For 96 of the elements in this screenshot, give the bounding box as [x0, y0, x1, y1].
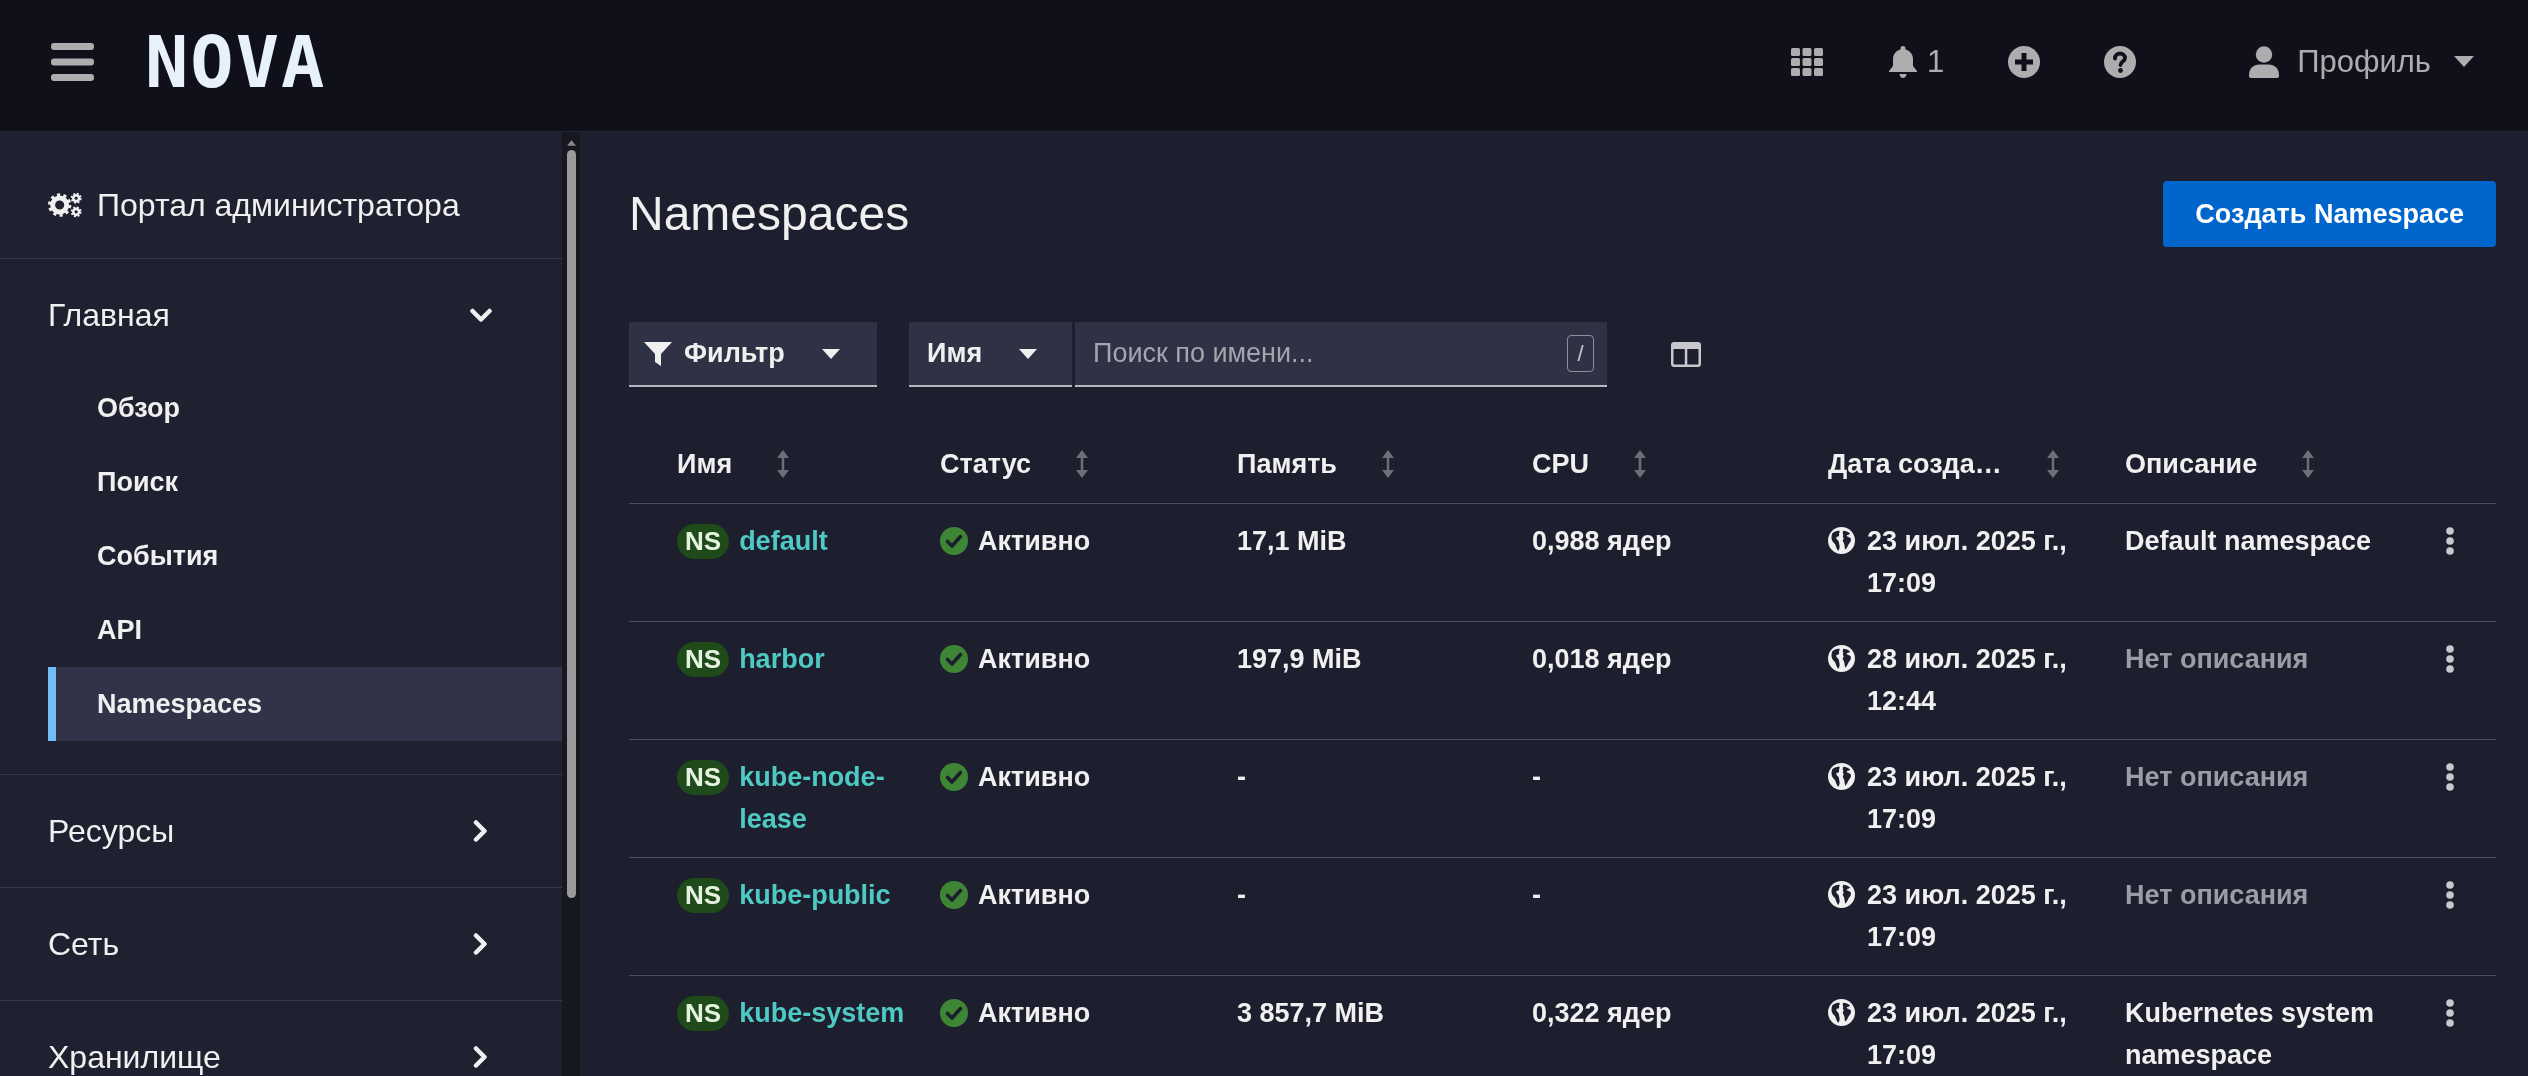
- memory-value: 3 857,7 MiB: [1237, 997, 1385, 1030]
- check-circle-icon: [940, 881, 968, 909]
- description-text: Нет описания: [2125, 761, 2309, 794]
- status-text: Активно: [978, 997, 1091, 1030]
- description-text: Нет описания: [2125, 879, 2309, 912]
- cpu-value: 0,988 ядер: [1532, 525, 1672, 558]
- namespace-badge: NS: [677, 877, 730, 913]
- app-grid-icon[interactable]: [1790, 47, 1823, 76]
- notifications-button[interactable]: 1: [1888, 45, 1945, 78]
- nav-item[interactable]: API: [48, 593, 562, 667]
- shortcut-key-hint: /: [1567, 335, 1594, 372]
- status-text: Активно: [978, 761, 1091, 794]
- column-header[interactable]: Статус: [940, 448, 1031, 480]
- nav-item[interactable]: Обзор: [48, 371, 562, 445]
- sort-icon[interactable]: [2045, 450, 2060, 478]
- check-circle-icon: [940, 763, 968, 791]
- namespace-link[interactable]: kube-node-lease: [739, 756, 920, 840]
- search-field[interactable]: Поиск по имени... /: [1075, 322, 1607, 387]
- nav-section-toggle[interactable]: Главная: [0, 259, 562, 371]
- cpu-value: -: [1532, 761, 1541, 794]
- filter-dropdown[interactable]: Фильтр: [629, 322, 877, 387]
- check-circle-icon: [940, 645, 968, 673]
- globe-icon: [1828, 999, 1855, 1026]
- column-header[interactable]: Память: [1237, 448, 1337, 480]
- column-header[interactable]: CPU: [1532, 448, 1589, 480]
- kebab-icon[interactable]: [2446, 881, 2454, 909]
- memory-value: -: [1237, 879, 1246, 912]
- check-circle-icon: [940, 527, 968, 555]
- nav-item[interactable]: События: [48, 519, 562, 593]
- created-date: 23 июл. 2025 г., 17:09: [1867, 761, 2068, 836]
- namespace-link[interactable]: kube-system: [739, 992, 905, 1034]
- cpu-value: 0,018 ядер: [1532, 643, 1672, 676]
- portal-title[interactable]: Портал администратора: [97, 185, 460, 225]
- caret-down-icon: [822, 348, 840, 359]
- sort-icon[interactable]: [2301, 450, 2316, 478]
- memory-value: 197,9 MiB: [1237, 643, 1362, 676]
- filter-icon: [643, 340, 673, 367]
- sort-icon[interactable]: [776, 450, 791, 478]
- created-date: 23 июл. 2025 г., 17:09: [1867, 997, 2068, 1072]
- nav-section-toggle[interactable]: Хранилище: [0, 1001, 562, 1076]
- bell-icon: [1888, 45, 1917, 78]
- nav-section-toggle[interactable]: Сеть: [0, 888, 562, 1000]
- namespace-badge: NS: [677, 523, 730, 559]
- globe-icon: [1828, 763, 1855, 790]
- help-icon[interactable]: [2104, 45, 2137, 78]
- cpu-value: 0,322 ядер: [1532, 997, 1672, 1030]
- search-input[interactable]: Поиск по имени...: [1093, 333, 1567, 374]
- globe-icon: [1828, 881, 1855, 908]
- status-text: Активно: [978, 879, 1091, 912]
- namespace-badge: NS: [677, 641, 730, 677]
- nav-item[interactable]: Поиск: [48, 445, 562, 519]
- created-date: 23 июл. 2025 г., 17:09: [1867, 525, 2068, 600]
- user-icon: [2249, 45, 2280, 78]
- app-logo[interactable]: NOVA: [145, 25, 327, 98]
- caret-down-icon: [1019, 348, 1037, 359]
- column-header[interactable]: Дата созда…: [1828, 448, 2002, 480]
- memory-value: -: [1237, 761, 1246, 794]
- description-text: Нет описания: [2125, 643, 2309, 676]
- globe-icon: [1828, 527, 1855, 554]
- description-text: Default namespace: [2125, 525, 2372, 558]
- menu-icon[interactable]: [51, 42, 94, 81]
- check-circle-icon: [940, 999, 968, 1027]
- namespace-badge: NS: [677, 995, 730, 1031]
- page-title: Namespaces: [629, 186, 910, 243]
- namespace-link[interactable]: kube-public: [739, 874, 891, 916]
- create-namespace-button[interactable]: Создать Namespace: [2163, 181, 2496, 247]
- scrollbar[interactable]: [562, 132, 580, 1076]
- namespace-link[interactable]: harbor: [739, 638, 825, 680]
- scroll-up-arrow-icon[interactable]: [566, 140, 576, 146]
- sort-icon[interactable]: [1075, 450, 1089, 478]
- kebab-icon[interactable]: [2446, 527, 2454, 555]
- sort-icon[interactable]: [1633, 450, 1647, 478]
- kebab-icon[interactable]: [2446, 999, 2454, 1027]
- namespace-link[interactable]: default: [739, 520, 828, 562]
- status-text: Активно: [978, 643, 1091, 676]
- created-date: 23 июл. 2025 г., 17:09: [1867, 879, 2068, 954]
- nav-item[interactable]: Namespaces: [48, 667, 562, 741]
- status-text: Активно: [978, 525, 1091, 558]
- column-header[interactable]: Описание: [2125, 448, 2258, 480]
- cpu-value: -: [1532, 879, 1541, 912]
- plus-circle-icon[interactable]: [2008, 45, 2041, 78]
- kebab-icon[interactable]: [2446, 763, 2454, 791]
- globe-icon: [1828, 645, 1855, 672]
- caret-down-icon: [2454, 56, 2474, 67]
- memory-value: 17,1 MiB: [1237, 525, 1347, 558]
- created-date: 28 июл. 2025 г., 12:44: [1867, 643, 2068, 718]
- column-header[interactable]: Имя: [677, 448, 733, 480]
- sort-icon[interactable]: [1381, 450, 1395, 478]
- nav-section-toggle[interactable]: Ресурсы: [0, 775, 562, 887]
- namespace-badge: NS: [677, 759, 730, 795]
- attribute-dropdown[interactable]: Имя: [909, 322, 1072, 387]
- gears-icon: [48, 192, 82, 218]
- columns-icon[interactable]: [1671, 342, 1701, 367]
- profile-menu-button[interactable]: Профиль: [2249, 45, 2474, 78]
- kebab-icon[interactable]: [2446, 645, 2454, 673]
- description-text: Kubernetes system namespace: [2125, 997, 2376, 1072]
